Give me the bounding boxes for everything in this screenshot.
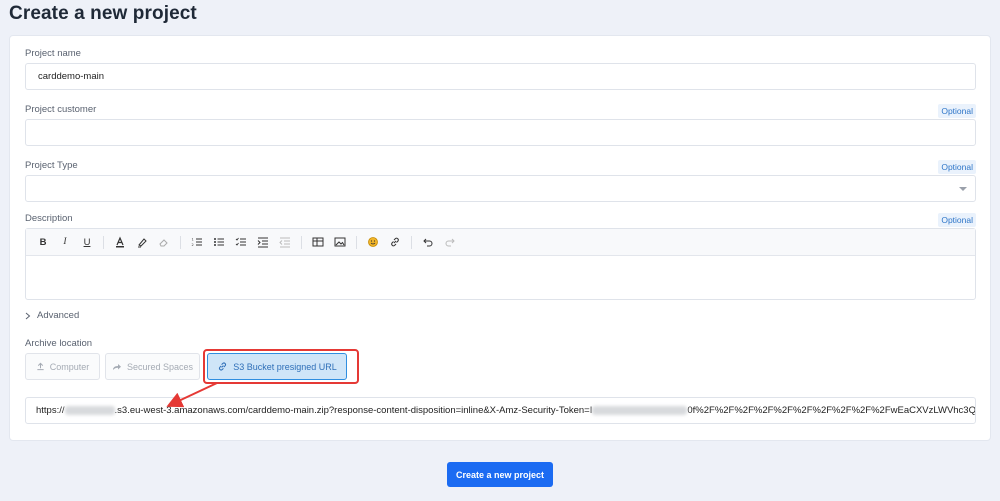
share-icon <box>112 364 121 370</box>
project-form: Project name carddemo-main Project custo… <box>9 35 991 441</box>
description-label: Description <box>25 213 73 224</box>
description-editor: B I U 12 <box>25 228 976 300</box>
image-icon[interactable] <box>329 232 351 252</box>
archive-location-label: Archive location <box>25 338 93 349</box>
outdent-icon[interactable] <box>274 232 296 252</box>
text-color-icon[interactable] <box>109 232 131 252</box>
highlight-icon[interactable] <box>131 232 153 252</box>
svg-text:1: 1 <box>192 238 194 242</box>
redacted-text <box>592 405 688 415</box>
toolbar-divider <box>356 235 357 249</box>
url-prefix: https:// <box>36 405 65 416</box>
redacted-text <box>64 405 115 415</box>
description-textarea[interactable] <box>26 256 975 300</box>
annotation-highlight-box <box>203 349 359 384</box>
link-icon[interactable] <box>384 232 406 252</box>
advanced-toggle[interactable]: Advanced <box>25 310 79 321</box>
computer-source-button[interactable]: Computer <box>25 353 100 380</box>
secured-spaces-source-label: Secured Spaces <box>126 361 194 372</box>
url-middle: .s3.eu-west-3.amazonaws.com/carddemo-mai… <box>114 405 593 416</box>
underline-icon[interactable]: U <box>76 232 98 252</box>
chevron-right-icon <box>25 312 31 319</box>
checklist-icon[interactable] <box>230 232 252 252</box>
secured-spaces-source-button[interactable]: Secured Spaces <box>105 353 200 380</box>
optional-badge: Optional <box>938 104 976 118</box>
toolbar-divider <box>180 235 181 249</box>
page-title: Create a new project <box>9 3 197 24</box>
indent-icon[interactable] <box>252 232 274 252</box>
upload-icon <box>37 362 44 371</box>
bold-icon[interactable]: B <box>32 232 54 252</box>
table-icon[interactable] <box>307 232 329 252</box>
project-name-input[interactable]: carddemo-main <box>25 63 976 90</box>
project-type-label: Project Type <box>25 160 78 171</box>
chevron-down-icon <box>959 187 967 191</box>
url-suffix: 0f%2F%2F%2F%2F%2F%2F%2F%2F%2F%2FwEaCXVzL… <box>687 405 976 416</box>
project-customer-input[interactable] <box>25 119 976 146</box>
project-name-label: Project name <box>25 48 81 59</box>
create-project-button[interactable]: Create a new project <box>447 462 553 487</box>
toolbar-divider <box>103 235 104 249</box>
presigned-url-input[interactable]: https:// .s3.eu-west-3.amazonaws.com/card… <box>25 397 976 424</box>
clear-format-icon[interactable] <box>153 232 175 252</box>
project-customer-label: Project customer <box>25 104 97 115</box>
project-type-select[interactable] <box>25 175 976 202</box>
editor-toolbar: B I U 12 <box>26 229 975 256</box>
bullet-list-icon[interactable] <box>208 232 230 252</box>
optional-badge: Optional <box>938 160 976 174</box>
advanced-label: Advanced <box>37 310 80 321</box>
ordered-list-icon[interactable]: 12 <box>186 232 208 252</box>
italic-icon[interactable]: I <box>54 232 76 252</box>
optional-badge: Optional <box>938 213 976 227</box>
undo-icon[interactable] <box>417 232 439 252</box>
computer-source-label: Computer <box>49 361 90 372</box>
toolbar-divider <box>411 235 412 249</box>
emoji-icon[interactable] <box>362 232 384 252</box>
redo-icon[interactable] <box>439 232 461 252</box>
toolbar-divider <box>301 235 302 249</box>
svg-text:2: 2 <box>192 243 194 247</box>
